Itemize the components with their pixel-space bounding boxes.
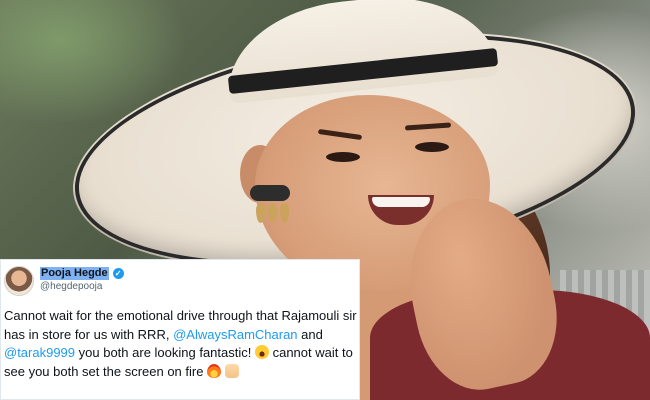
earring-cloud [250,185,290,201]
fire-emoji-icon [207,363,222,378]
tweet-card: Pooja Hegde ✓ @hegdepooja Cannot wait fo… [0,259,360,400]
display-name[interactable]: Pooja Hegde [40,267,109,280]
tweet-text-part: and [297,326,323,342]
avatar[interactable] [4,266,34,296]
teeth [372,197,430,207]
user-handle[interactable]: @hegdepooja [40,281,102,292]
mention-link[interactable]: @AlwaysRamCharan [173,327,297,342]
verified-badge-icon: ✓ [112,268,124,279]
tweet-text-part: you both are looking fantastic! [75,345,255,360]
raising-hands-emoji-icon [224,363,239,378]
tweet-author-row: Pooja Hegde ✓ [40,267,124,280]
face-screaming-emoji-icon [254,345,269,359]
tweet-text: Cannot wait for the emotional drive thro… [4,307,358,381]
left-eye [326,152,360,162]
mention-link[interactable]: @tarak9999 [4,345,75,360]
right-eye [415,142,449,152]
